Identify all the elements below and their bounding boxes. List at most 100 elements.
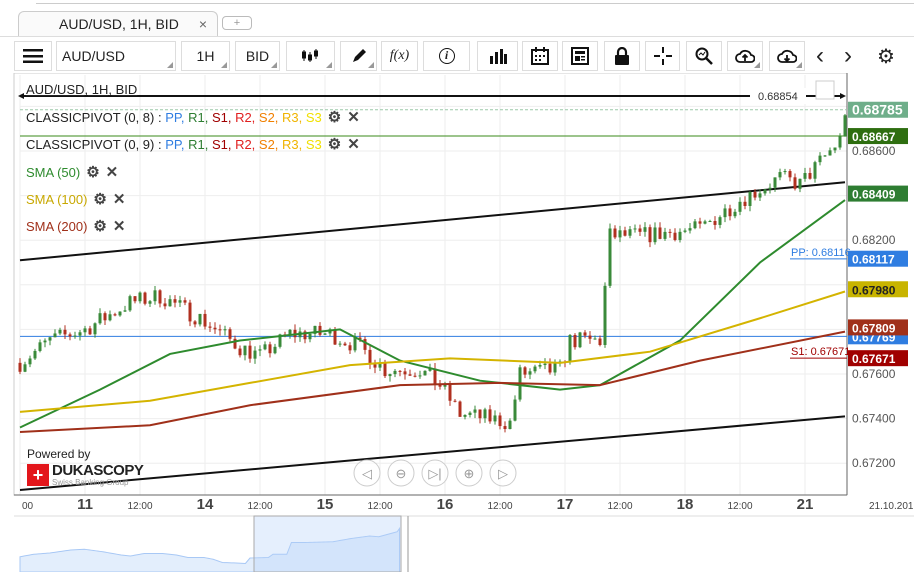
- menu-button[interactable]: [14, 41, 52, 71]
- sma-label: SMA (50): [26, 165, 81, 180]
- candle-body: [553, 362, 557, 373]
- time-label: 12:00: [367, 501, 392, 512]
- indicator-sma-50[interactable]: SMA (50) ⚙ ✕: [26, 163, 118, 181]
- candle-body: [203, 313, 207, 327]
- prev-button[interactable]: ‹: [808, 41, 832, 71]
- candle-body: [633, 228, 637, 230]
- close-tab-icon[interactable]: ×: [199, 16, 207, 32]
- candle-body: [118, 311, 122, 316]
- candle-body: [228, 329, 232, 339]
- calendar-button[interactable]: [522, 41, 558, 71]
- tab-chart[interactable]: AUD/USD, 1H, BID ×: [18, 11, 218, 37]
- indicator-classicpivot-9[interactable]: CLASSICPIVOT (0, 9) : PP, R1, S1, R2, S2…: [26, 135, 360, 153]
- pivot-key-r1: R1,: [188, 110, 212, 125]
- gear-icon: ⚙: [877, 45, 895, 68]
- gear-icon[interactable]: ⚙: [93, 217, 106, 235]
- candle-body: [658, 227, 662, 239]
- indicator-classicpivot-8[interactable]: CLASSICPIVOT (0, 8) : PP, R1, S1, R2, S2…: [26, 108, 360, 126]
- candle-body: [353, 337, 357, 351]
- gear-icon[interactable]: ⚙: [93, 190, 106, 208]
- candle-body: [258, 349, 262, 351]
- gear-icon[interactable]: ⚙: [328, 108, 341, 126]
- arrow-left-icon: [18, 93, 24, 99]
- tab-title: AUD/USD, 1H, BID: [59, 16, 179, 32]
- upload-button[interactable]: [727, 41, 763, 71]
- candle-body: [263, 344, 267, 350]
- candle-body: [88, 328, 92, 335]
- candle-body: [403, 371, 407, 375]
- candle-body: [728, 208, 732, 217]
- candle-body: [733, 211, 737, 217]
- candle-body: [418, 375, 422, 377]
- candle-body: [828, 150, 832, 156]
- close-icon[interactable]: ✕: [113, 190, 126, 208]
- crosshair-button[interactable]: [645, 41, 680, 71]
- indicator-sma-100[interactable]: SMA (100) ⚙ ✕: [26, 190, 125, 208]
- candle-body: [703, 221, 707, 224]
- top-marker-value: 0.68854: [758, 91, 798, 103]
- close-icon[interactable]: ✕: [106, 163, 119, 181]
- candle-body: [688, 228, 692, 231]
- indicator-sma-200[interactable]: SMA (200) ⚙ ✕: [26, 217, 125, 235]
- gear-icon[interactable]: ⚙: [86, 163, 99, 181]
- close-icon[interactable]: ✕: [347, 108, 360, 126]
- brand-name: DUKASCOPY: [52, 462, 144, 479]
- zoom-button[interactable]: [686, 41, 722, 71]
- candle-body: [543, 363, 547, 366]
- draw-tool-button[interactable]: [340, 41, 377, 71]
- candle-body: [648, 227, 652, 243]
- candle-body: [93, 323, 97, 335]
- price-tick: 0.68600: [852, 144, 896, 158]
- candle-body: [68, 334, 72, 337]
- news-button[interactable]: [562, 41, 598, 71]
- candle-body: [718, 217, 722, 225]
- candle-body: [588, 335, 592, 339]
- brand-sub: Swiss Banking Group: [52, 478, 129, 487]
- candle-body: [48, 337, 52, 341]
- candle-body: [843, 115, 847, 137]
- price-tag-text: 0.68117: [852, 253, 895, 267]
- candle-body: [173, 299, 177, 303]
- candle-body: [338, 343, 342, 345]
- next-button[interactable]: ›: [836, 41, 860, 71]
- candle-body: [243, 345, 247, 356]
- candle-body: [778, 172, 782, 178]
- sma50-line: [19, 199, 846, 429]
- candle-body: [213, 327, 217, 330]
- candle-body: [408, 374, 412, 376]
- pivot-key-pp: PP,: [165, 110, 189, 125]
- candle-body: [373, 364, 377, 368]
- candle-body: [123, 310, 127, 312]
- candle-body: [593, 338, 597, 340]
- separator: :: [154, 110, 166, 125]
- period-select[interactable]: 1H: [181, 41, 230, 71]
- side-select[interactable]: BID: [235, 41, 280, 71]
- download-button[interactable]: [769, 41, 805, 71]
- time-label: 12:00: [727, 501, 752, 512]
- symbol-select[interactable]: AUD/USD: [56, 41, 176, 71]
- zoom-out-icon: ⊖: [396, 466, 407, 481]
- candle-body: [568, 334, 572, 362]
- gear-icon[interactable]: ⚙: [328, 135, 341, 153]
- chart-type-button[interactable]: [286, 41, 335, 71]
- candle-body: [698, 221, 702, 224]
- bar-chart-button[interactable]: [477, 41, 518, 71]
- candle-body: [723, 208, 727, 218]
- settings-button[interactable]: ⚙: [868, 41, 904, 71]
- indicators-button[interactable]: f(x): [381, 41, 418, 71]
- candle-body: [748, 191, 752, 206]
- candle-body: [678, 231, 682, 240]
- candle-body: [573, 334, 577, 348]
- time-label: 16: [437, 496, 454, 513]
- close-icon[interactable]: ✕: [347, 135, 360, 153]
- add-tab-button[interactable]: +: [222, 16, 252, 30]
- info-button[interactable]: i: [423, 41, 470, 71]
- lock-button[interactable]: [604, 41, 640, 71]
- crosshair-icon: [653, 47, 672, 65]
- pivot-key-r3: R3,: [282, 110, 306, 125]
- close-icon[interactable]: ✕: [113, 217, 126, 235]
- zoom-in-icon: ⊕: [464, 466, 475, 481]
- time-label: 21: [797, 496, 814, 513]
- toolbar: AUD/USD 1H BID f(x) i ‹ › ⚙: [0, 36, 914, 73]
- candle-body: [453, 400, 457, 402]
